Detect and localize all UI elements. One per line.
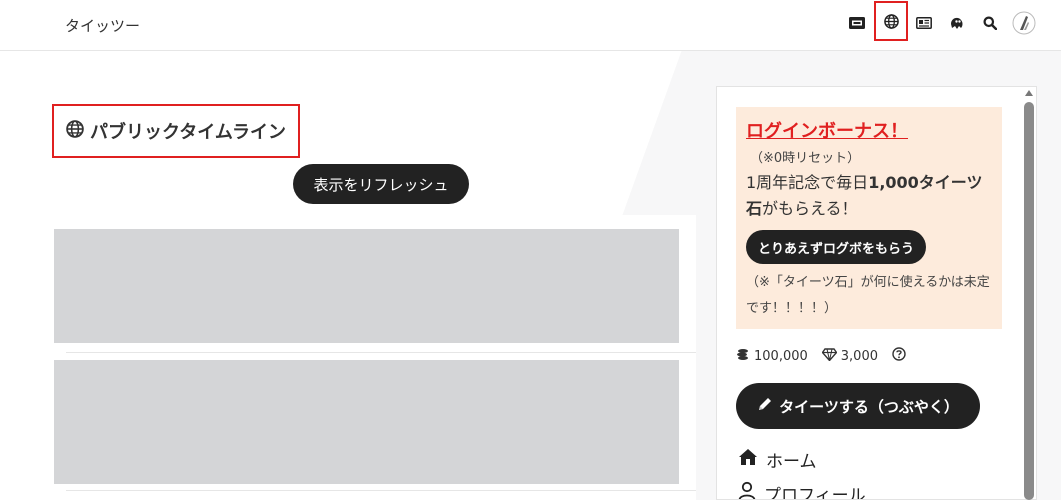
post-placeholder [54,229,679,343]
coin-count: 100,000 [754,348,808,364]
search-icon[interactable] [976,10,1004,36]
page-title: パブリックタイムライン [90,122,287,143]
claim-bonus-button[interactable]: とりあえずログボをもらう [746,230,927,264]
pencil-icon [757,396,773,416]
right-sidebar: ログインボーナス！ （※0時リセット） 1周年記念で毎日1,000タイーツ石がも… [716,86,1037,500]
gem-count: 3,000 [840,348,878,364]
user-icon [738,481,756,499]
post-placeholder [54,360,679,484]
feed-divider [66,352,696,353]
post-tweet-label: タイーツする（つぶやく） [779,397,959,416]
coins-icon [736,348,750,365]
gem-icon [821,347,838,365]
refresh-button[interactable]: 表示をリフレッシュ [293,164,469,204]
login-bonus-description: 1周年記念で毎日1,000タイーツ石がもらえる！ [746,173,983,218]
login-bonus-title[interactable]: ログインボーナス！ [746,117,992,143]
login-bonus-footnote: （※「タイーツ石」が何に使えるかは未定です！！！！） [746,275,990,316]
page-title-box: パブリックタイムライン [52,104,300,158]
help-icon[interactable] [892,347,906,365]
top-header: タイッツー [0,0,1061,51]
globe-icon [66,120,84,142]
nav-item-label: プロフィール [764,486,866,500]
post-tweet-button[interactable]: タイーツする（つぶやく） [736,383,980,429]
feed-divider [66,490,696,491]
scrollbar-thumb[interactable] [1024,102,1034,500]
login-bonus-reset-note: （※0時リセット） [750,151,861,166]
home-icon [738,448,758,471]
scroll-up-arrow-icon[interactable] [1025,90,1033,96]
ghost-icon[interactable] [943,10,971,36]
ticket-icon[interactable] [843,10,871,36]
nav-item-profile[interactable]: プロフィール [738,481,866,500]
sidebar-scrollbar[interactable] [1021,86,1037,500]
nav-item-label: ホーム [766,452,817,472]
nav-item-home[interactable]: ホーム [738,447,817,472]
globe-icon[interactable] [874,1,908,41]
login-bonus-card: ログインボーナス！ （※0時リセット） 1周年記念で毎日1,000タイーツ石がも… [736,107,1002,329]
avatar-logo-icon[interactable] [1011,10,1037,36]
site-brand[interactable]: タイッツー [65,15,140,36]
currency-balance: 100,000 3,000 [736,347,906,365]
newspaper-icon[interactable] [910,10,938,36]
